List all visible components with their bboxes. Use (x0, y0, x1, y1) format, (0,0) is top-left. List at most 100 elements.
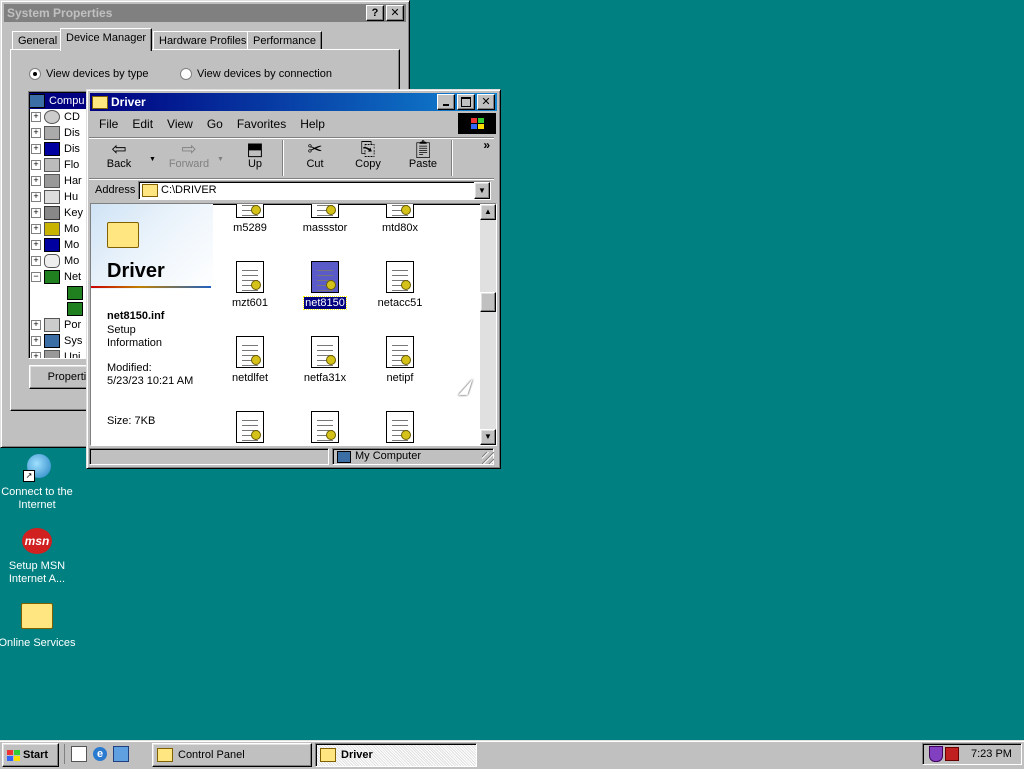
expand-icon[interactable]: + (31, 224, 41, 234)
task-driver[interactable]: Driver (315, 743, 477, 767)
system-properties-titlebar[interactable]: System Properties ? ✕ (4, 4, 406, 22)
file-item[interactable]: netipf (365, 336, 435, 384)
radio-by-connection-control[interactable] (180, 68, 192, 80)
file-item[interactable]: mzt601 (215, 261, 285, 309)
file-item[interactable]: massstor (290, 204, 360, 234)
file-item[interactable] (365, 411, 435, 445)
expand-icon[interactable]: + (31, 352, 41, 358)
forward-button[interactable]: ⇨ Forward (164, 138, 214, 170)
tree-item-system[interactable]: + Sys (31, 333, 82, 349)
outlook-express-icon[interactable] (113, 746, 129, 762)
expand-icon[interactable]: + (31, 240, 41, 250)
tree-item-floppy[interactable]: + Flo (31, 157, 79, 173)
menu-go[interactable]: Go (207, 117, 223, 131)
start-button[interactable]: Start (2, 743, 59, 767)
file-item-selected[interactable]: net8150 (290, 261, 360, 310)
resize-grip-icon[interactable] (482, 452, 494, 464)
radio-by-type-control[interactable] (29, 68, 41, 80)
radio-by-connection[interactable]: View devices by connection (180, 68, 332, 80)
expand-icon[interactable]: + (31, 336, 41, 346)
radio-by-type[interactable]: View devices by type (29, 68, 149, 80)
tree-item-cdrom[interactable]: + CD (31, 109, 80, 125)
usb-icon (44, 350, 60, 358)
tree-item-mouse[interactable]: + Mo (31, 253, 79, 269)
scroll-down-button[interactable]: ▼ (480, 429, 496, 445)
help-button[interactable]: ? (366, 5, 384, 21)
back-dropdown-icon[interactable]: ▼ (149, 156, 156, 163)
file-item[interactable] (290, 411, 360, 445)
file-item[interactable]: netfa31x (290, 336, 360, 384)
tree-item-network-child-1[interactable] (67, 285, 87, 301)
mouse-icon (44, 254, 60, 268)
device-tree[interactable]: Compu + CD + Dis + Dis + Flo + Har + Hu + Key +… (28, 91, 94, 359)
menu-edit[interactable]: Edit (132, 117, 153, 131)
back-button[interactable]: ⇦ Back (101, 138, 137, 170)
task-control-panel[interactable]: Control Panel (152, 743, 312, 767)
cut-button[interactable]: ✂ Cut (297, 138, 333, 170)
expand-icon[interactable]: + (31, 192, 41, 202)
desktop-icon-msn[interactable]: msn Setup MSN Internet A... (0, 528, 76, 586)
mouse-pointer-icon (458, 379, 473, 395)
expand-icon[interactable]: + (31, 176, 41, 186)
expand-icon[interactable]: + (31, 128, 41, 138)
desktop-icon-label: Online Services (0, 637, 76, 649)
minimize-button[interactable] (437, 94, 455, 110)
desktop-icon-connect-internet[interactable]: ↗ Connect to the Internet (0, 452, 76, 512)
tree-item-disk-drives[interactable]: + Dis (31, 125, 80, 141)
expand-icon[interactable]: + (31, 112, 41, 122)
tree-item-network-child-2[interactable] (67, 301, 87, 317)
tab-performance[interactable]: Performance (247, 31, 322, 50)
menu-favorites[interactable]: Favorites (237, 117, 286, 131)
driver-titlebar[interactable]: Driver ✕ (90, 93, 497, 111)
maximize-button[interactable] (457, 94, 475, 110)
vertical-scrollbar[interactable]: ▲ ▼ (480, 204, 496, 445)
collapse-icon[interactable]: − (31, 272, 41, 282)
tree-item-computer[interactable]: Compu (29, 93, 93, 109)
tree-item-usb[interactable]: + Uni (31, 349, 81, 358)
security-shield-icon[interactable] (929, 746, 943, 762)
file-item[interactable]: m5289 (215, 204, 285, 234)
tab-device-manager[interactable]: Device Manager (60, 28, 153, 51)
close-button[interactable]: ✕ (386, 5, 404, 21)
tree-item-monitors[interactable]: + Mo (31, 237, 79, 253)
network-adapter-icon (67, 286, 83, 300)
forward-dropdown-icon[interactable]: ▼ (217, 156, 224, 163)
modem-icon (44, 222, 60, 236)
file-item[interactable]: netacc51 (365, 261, 435, 309)
tree-item-hard-disk[interactable]: + Har (31, 173, 82, 189)
scroll-thumb[interactable] (480, 292, 496, 312)
internet-explorer-icon[interactable]: e (93, 747, 107, 761)
expand-icon[interactable]: + (31, 160, 41, 170)
clock[interactable]: 7:23 PM (971, 748, 1012, 760)
close-button[interactable]: ✕ (477, 94, 495, 110)
menu-file[interactable]: File (99, 117, 118, 131)
tree-item-modem[interactable]: + Mo (31, 221, 79, 237)
copy-button[interactable]: ⎘ Copy (350, 138, 386, 170)
up-button[interactable]: ⬒ Up (237, 138, 273, 170)
tab-general[interactable]: General (12, 31, 64, 50)
tree-item-network[interactable]: − Net (31, 269, 81, 285)
menu-view[interactable]: View (167, 117, 193, 131)
file-item[interactable]: netdlfet (215, 336, 285, 384)
tree-item-ports[interactable]: + Por (31, 317, 81, 333)
my-computer-icon (337, 451, 351, 463)
tree-item-display[interactable]: + Dis (31, 141, 80, 157)
tree-item-hid[interactable]: + Hu (31, 189, 78, 205)
desktop-shortcut-icon[interactable] (71, 746, 87, 762)
expand-icon[interactable]: + (31, 320, 41, 330)
expand-icon[interactable]: + (31, 144, 41, 154)
expand-icon[interactable]: + (31, 208, 41, 218)
address-dropdown-button[interactable]: ▼ (474, 182, 490, 199)
address-input[interactable]: C:\DRIVER ▼ (138, 181, 491, 200)
file-item[interactable] (215, 411, 285, 445)
tab-hardware-profiles[interactable]: Hardware Profiles (153, 31, 253, 50)
network-tray-icon[interactable] (945, 747, 959, 761)
menu-help[interactable]: Help (300, 117, 325, 131)
file-item[interactable]: mtd80x (365, 204, 435, 234)
toolbar-chevron[interactable]: » (483, 138, 490, 152)
scroll-up-button[interactable]: ▲ (480, 204, 496, 220)
expand-icon[interactable]: + (31, 256, 41, 266)
paste-button[interactable]: 📋︎ Paste (403, 138, 443, 170)
desktop-icon-online-services[interactable]: Online Services (0, 603, 76, 650)
tree-item-keyboard[interactable]: + Key (31, 205, 83, 221)
